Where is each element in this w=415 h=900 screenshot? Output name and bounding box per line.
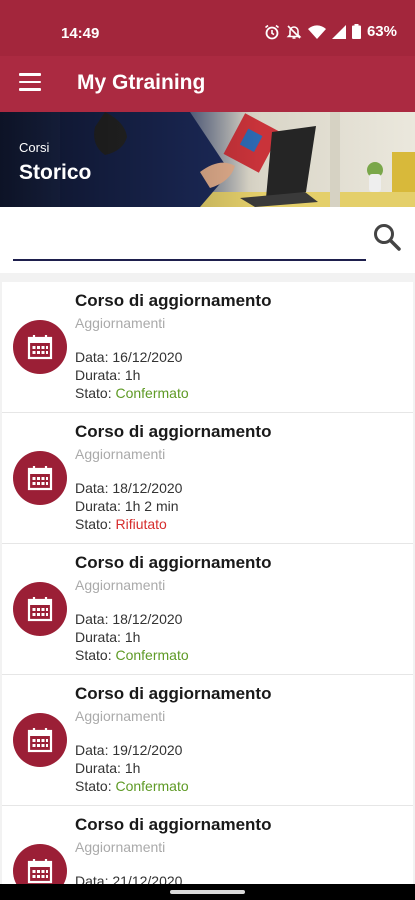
course-date: Data: 16/12/2020 (75, 349, 183, 365)
course-category: Aggiornamenti (75, 839, 166, 855)
hamburger-menu-icon[interactable] (19, 73, 41, 91)
hero-subtitle: Corsi (19, 140, 50, 155)
course-duration: Durata: 1h (75, 760, 141, 776)
search-icon[interactable] (372, 222, 402, 252)
course-list-item[interactable]: Corso di aggiornamento Aggiornamenti Dat… (2, 413, 413, 544)
course-status: Stato: Confermato (75, 647, 189, 663)
course-category: Aggiornamenti (75, 708, 166, 724)
calendar-icon (13, 320, 67, 374)
course-date: Data: 18/12/2020 (75, 611, 183, 627)
course-duration: Durata: 1h (75, 367, 141, 383)
home-gesture-handle[interactable] (170, 890, 245, 894)
status-bar: 14:49 63% (0, 0, 415, 56)
hero-banner: Corsi Storico (0, 112, 415, 207)
status-badge: Confermato (115, 385, 189, 401)
course-list: Corso di aggiornamento Aggiornamenti Dat… (2, 282, 413, 900)
course-list-item[interactable]: Corso di aggiornamento Aggiornamenti Dat… (2, 544, 413, 675)
bell-off-icon (286, 24, 302, 39)
course-category: Aggiornamenti (75, 577, 166, 593)
app-title: My Gtraining (77, 71, 206, 94)
course-category: Aggiornamenti (75, 315, 166, 331)
status-badge: Rifiutato (115, 516, 167, 532)
calendar-icon (13, 713, 67, 767)
alarm-icon (264, 24, 279, 39)
course-title: Corso di aggiornamento (75, 291, 272, 310)
course-duration: Durata: 1h (75, 629, 141, 645)
hero-shade (0, 112, 260, 207)
battery-percent: 63% (366, 23, 397, 40)
status-icons: 63% (264, 23, 397, 40)
search-input[interactable] (13, 227, 366, 261)
course-title: Corso di aggiornamento (75, 422, 272, 441)
status-badge: Confermato (115, 778, 189, 794)
battery-icon (351, 24, 361, 39)
calendar-icon (13, 451, 67, 505)
course-date: Data: 19/12/2020 (75, 742, 183, 758)
course-category: Aggiornamenti (75, 446, 166, 462)
course-title: Corso di aggiornamento (75, 684, 272, 703)
course-title: Corso di aggiornamento (75, 553, 272, 572)
status-time: 14:49 (61, 25, 100, 42)
course-list-item[interactable]: Corso di aggiornamento Aggiornamenti Dat… (2, 282, 413, 413)
status-badge: Confermato (115, 647, 189, 663)
page-title: Storico (19, 161, 92, 184)
wifi-icon (307, 24, 326, 39)
calendar-icon (13, 582, 67, 636)
course-status: Stato: Confermato (75, 778, 189, 794)
app-bar: My Gtraining (0, 56, 415, 112)
search-bar (0, 207, 415, 273)
course-list-item[interactable]: Corso di aggiornamento Aggiornamenti Dat… (2, 675, 413, 806)
course-duration: Durata: 1h 2 min (75, 498, 179, 514)
course-date: Data: 18/12/2020 (75, 480, 183, 496)
course-status: Stato: Rifiutato (75, 516, 167, 532)
course-title: Corso di aggiornamento (75, 815, 272, 834)
signal-icon (331, 24, 346, 39)
course-status: Stato: Confermato (75, 385, 189, 401)
